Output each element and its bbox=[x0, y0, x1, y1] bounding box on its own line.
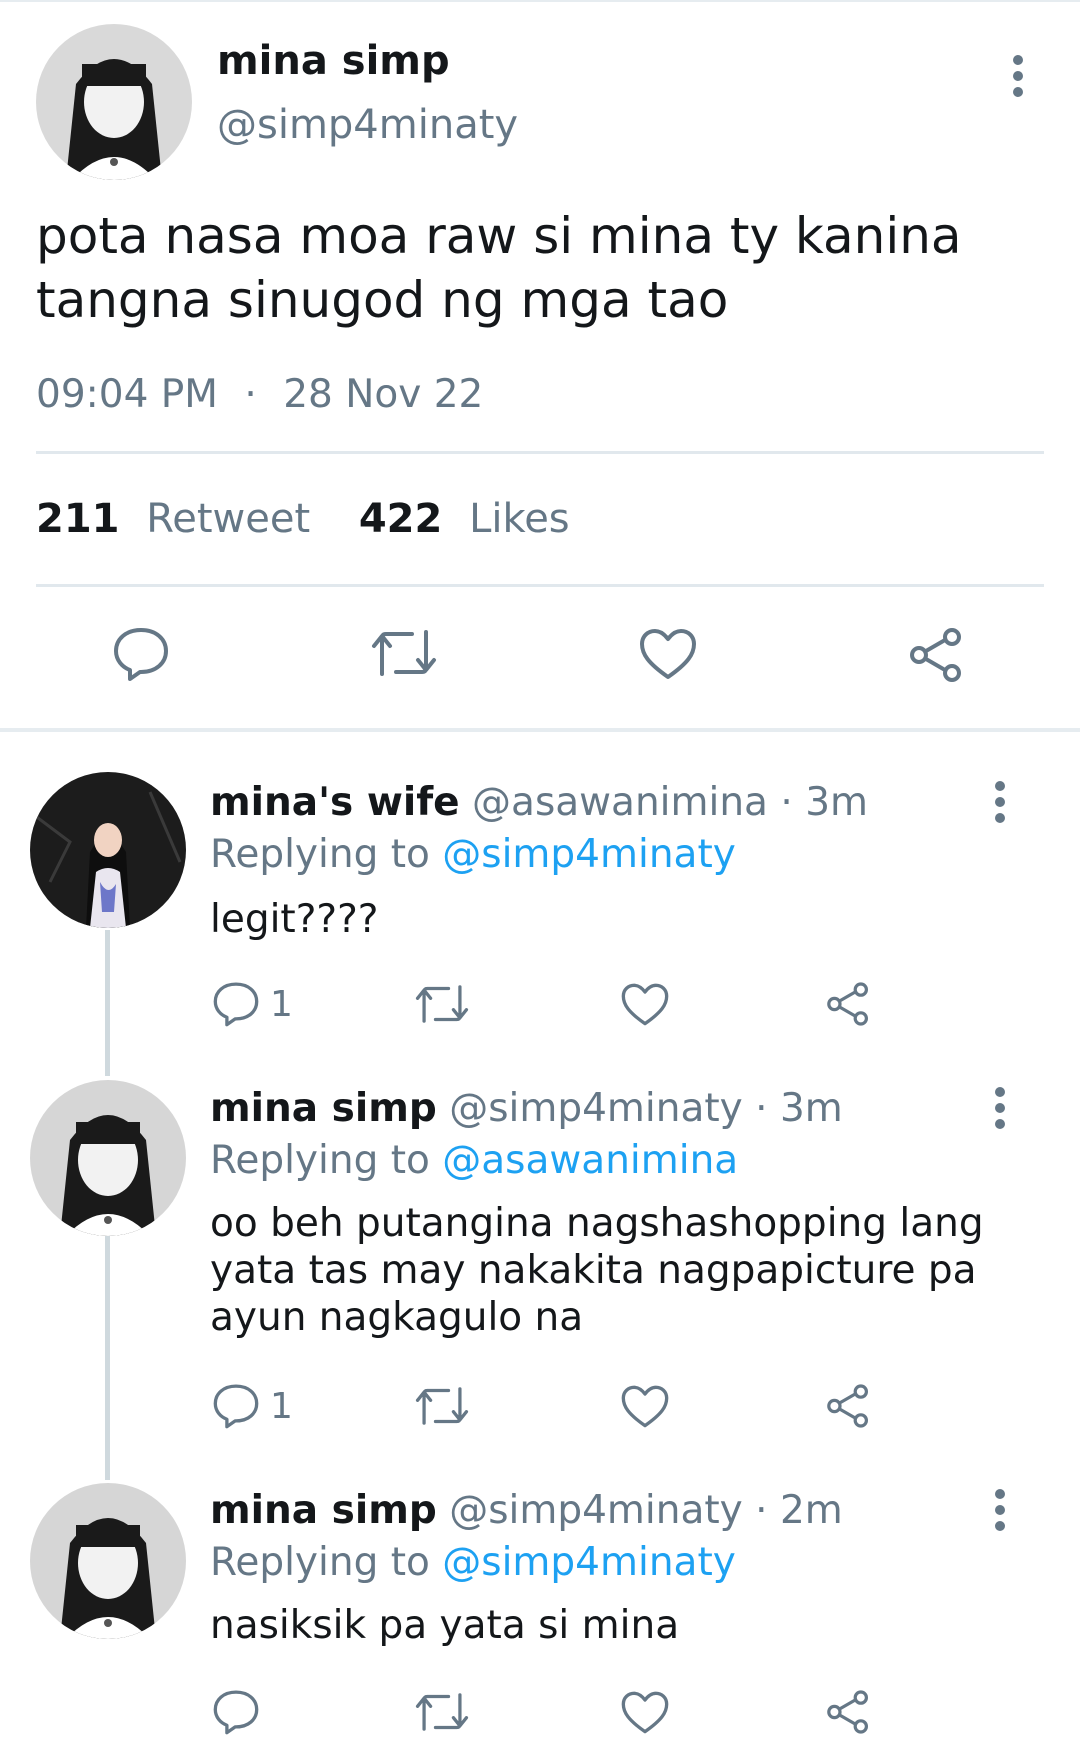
heart-icon bbox=[621, 1385, 669, 1428]
divider bbox=[36, 584, 1044, 587]
meta-dot: · bbox=[755, 1488, 768, 1533]
reply-author-name[interactable]: mina's wife bbox=[210, 780, 460, 825]
retweet-icon bbox=[415, 985, 469, 1023]
retweet-count[interactable]: 211 bbox=[36, 496, 120, 542]
reply-button[interactable]: 1 bbox=[212, 980, 293, 1028]
like-label[interactable]: Likes bbox=[469, 496, 570, 542]
replying-label: Replying to bbox=[210, 832, 430, 877]
reply-text: oo beh putangina nagshashopping lang yat… bbox=[210, 1201, 984, 1340]
tweet-timestamp: 09:04 PM · 28 Nov 22 bbox=[36, 372, 483, 417]
heart-icon bbox=[621, 983, 669, 1026]
reply-count: 1 bbox=[270, 1385, 293, 1427]
more-vertical-icon[interactable] bbox=[984, 1086, 1016, 1130]
replying-to-handle[interactable]: @simp4minaty bbox=[442, 1540, 736, 1585]
share-button[interactable] bbox=[824, 980, 872, 1028]
share-icon bbox=[910, 628, 961, 682]
reply-button[interactable] bbox=[112, 626, 170, 682]
share-icon bbox=[827, 1384, 868, 1428]
like-button[interactable] bbox=[638, 627, 698, 681]
reply-bubble-icon bbox=[114, 628, 168, 681]
meta-dot: · bbox=[244, 372, 257, 417]
author-avatar[interactable] bbox=[36, 24, 192, 180]
reply-time: 2m bbox=[779, 1488, 843, 1533]
reply-header: mina simp @simp4minaty · 3m bbox=[210, 1086, 843, 1131]
retweet-icon bbox=[372, 630, 436, 676]
retweet-button[interactable] bbox=[414, 1690, 470, 1734]
reply-author-handle[interactable]: @asawanimina bbox=[472, 780, 768, 825]
like-button[interactable] bbox=[620, 1384, 670, 1429]
share-button[interactable] bbox=[824, 1382, 872, 1430]
reply-author-name[interactable]: mina simp bbox=[210, 1488, 437, 1533]
section-divider bbox=[0, 728, 1080, 732]
reply-avatar[interactable] bbox=[30, 772, 186, 928]
tweet-text: pota nasa moa raw si mina ty kanina tang… bbox=[36, 207, 962, 329]
share-icon bbox=[827, 1690, 868, 1734]
like-button[interactable] bbox=[620, 982, 670, 1027]
author-handle[interactable]: @simp4minaty bbox=[217, 102, 518, 148]
replying-to-handle[interactable]: @asawanimina bbox=[442, 1138, 738, 1183]
meta-dot: · bbox=[780, 780, 793, 825]
reply-bubble-icon bbox=[213, 1690, 259, 1735]
like-count[interactable]: 422 bbox=[359, 496, 443, 542]
replying-label: Replying to bbox=[210, 1540, 430, 1585]
retweet-button[interactable] bbox=[414, 982, 470, 1026]
reply-button[interactable]: 1 bbox=[212, 1382, 293, 1430]
reply-author-handle[interactable]: @simp4minaty bbox=[449, 1086, 743, 1131]
reply-avatar[interactable] bbox=[30, 1483, 186, 1639]
retweet-button[interactable] bbox=[370, 626, 438, 680]
share-button[interactable] bbox=[824, 1688, 872, 1736]
thread-line bbox=[105, 1236, 110, 1480]
retweet-icon bbox=[415, 1387, 469, 1425]
heart-icon bbox=[621, 1691, 669, 1734]
more-vertical-icon[interactable] bbox=[984, 780, 1016, 824]
retweet-label[interactable]: Retweet bbox=[146, 496, 310, 542]
reply-avatar[interactable] bbox=[30, 1080, 186, 1236]
top-divider bbox=[0, 0, 1080, 2]
reply-time: 3m bbox=[805, 780, 868, 825]
reply-button[interactable] bbox=[212, 1688, 270, 1736]
author-name[interactable]: mina simp bbox=[217, 38, 450, 84]
replying-to: Replying to @simp4minaty bbox=[210, 1540, 736, 1585]
replying-label: Replying to bbox=[210, 1138, 430, 1183]
tweet-date: 28 Nov 22 bbox=[283, 372, 484, 417]
more-vertical-icon[interactable] bbox=[1002, 54, 1034, 98]
reply-author-handle[interactable]: @simp4minaty bbox=[449, 1488, 743, 1533]
reply-bubble-icon bbox=[213, 982, 259, 1027]
share-icon bbox=[827, 982, 868, 1026]
reply-header: mina's wife @asawanimina · 3m bbox=[210, 780, 868, 825]
reply-header: mina simp @simp4minaty · 2m bbox=[210, 1488, 843, 1533]
more-vertical-icon[interactable] bbox=[984, 1488, 1016, 1532]
reply-text: legit???? bbox=[210, 897, 379, 942]
reply-count: 1 bbox=[270, 983, 293, 1025]
reply-bubble-icon bbox=[213, 1384, 259, 1429]
reply-text: nasiksik pa yata si mina bbox=[210, 1603, 680, 1648]
tweet-stats: 211 Retweet 422 Likes bbox=[36, 496, 570, 542]
replying-to: Replying to @simp4minaty bbox=[210, 832, 736, 877]
thread-line bbox=[105, 930, 110, 1076]
retweet-icon bbox=[415, 1693, 469, 1731]
retweet-button[interactable] bbox=[414, 1384, 470, 1428]
replying-to: Replying to @asawanimina bbox=[210, 1138, 738, 1183]
meta-dot: · bbox=[755, 1086, 768, 1131]
reply-time: 3m bbox=[779, 1086, 843, 1131]
divider bbox=[36, 451, 1044, 454]
tweet-time: 09:04 PM bbox=[36, 372, 218, 417]
reply-author-name[interactable]: mina simp bbox=[210, 1086, 437, 1131]
heart-icon bbox=[640, 629, 696, 679]
share-button[interactable] bbox=[906, 626, 966, 684]
like-button[interactable] bbox=[620, 1690, 670, 1735]
replying-to-handle[interactable]: @simp4minaty bbox=[442, 832, 736, 877]
